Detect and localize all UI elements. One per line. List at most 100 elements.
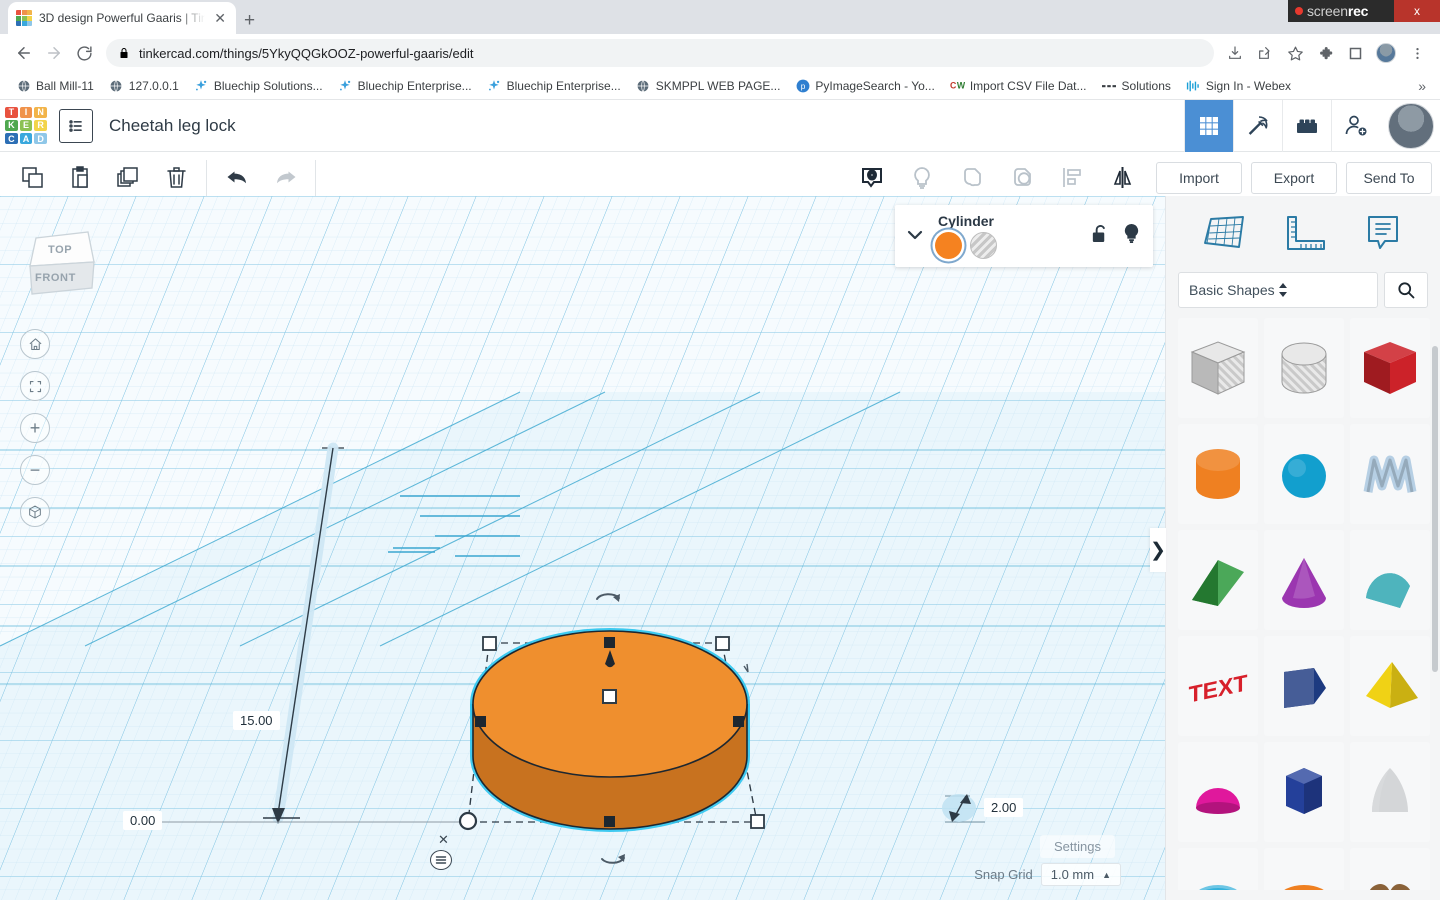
blocks-icon[interactable]: [1282, 99, 1331, 152]
dimension-options-icon[interactable]: [430, 850, 452, 870]
import-button[interactable]: Import: [1156, 161, 1242, 194]
search-icon[interactable]: [1384, 272, 1428, 308]
cw-icon: CW: [950, 78, 965, 93]
note-icon[interactable]: [1361, 213, 1405, 255]
shape-torus[interactable]: [1178, 848, 1258, 890]
category-dropdown[interactable]: Basic Shapes: [1178, 272, 1378, 308]
ungroup-icon[interactable]: [997, 156, 1047, 200]
fit-view-button[interactable]: [20, 371, 50, 401]
screenrec-close-button[interactable]: x: [1394, 0, 1440, 22]
shape-dome[interactable]: [1178, 742, 1258, 842]
shape-wedge[interactable]: [1264, 636, 1344, 736]
solid-color-swatch[interactable]: [935, 232, 962, 259]
shape-text[interactable]: TEXT: [1178, 636, 1258, 736]
shape-cone[interactable]: [1264, 530, 1344, 630]
zoom-out-button[interactable]: −: [20, 455, 50, 485]
extensions-icon[interactable]: [1312, 40, 1338, 66]
forward-button[interactable]: [40, 39, 68, 67]
bookmark-item[interactable]: Bluechip Solutions...: [188, 75, 329, 96]
tab-close-button[interactable]: ✕: [212, 11, 228, 25]
bookmarks-overflow-button[interactable]: »: [1418, 78, 1430, 94]
collapse-inspector-icon[interactable]: [907, 229, 923, 244]
bookmark-item[interactable]: p PyImageSearch - Yo...: [789, 75, 940, 96]
home-view-button[interactable]: [20, 329, 50, 359]
chrome-menu-icon[interactable]: [1404, 40, 1430, 66]
group-icon[interactable]: [947, 156, 997, 200]
view-cube[interactable]: TOP FRONT: [22, 224, 102, 300]
shape-tube[interactable]: [1264, 848, 1344, 890]
remove-dimension-icon[interactable]: ✕: [438, 832, 449, 848]
user-avatar[interactable]: [1388, 102, 1434, 149]
bookmark-star-icon[interactable]: [1282, 40, 1308, 66]
bookmark-item[interactable]: SKMPPL WEB PAGE...: [630, 75, 787, 96]
bookmark-item[interactable]: Sign In - Webex: [1180, 75, 1297, 96]
shape-sphere[interactable]: [1264, 424, 1344, 524]
shapes-grid: TEXT: [1166, 318, 1440, 890]
shape-paraboloid[interactable]: [1350, 742, 1430, 842]
settings-button[interactable]: Settings: [1040, 835, 1115, 858]
duplicate-icon[interactable]: [104, 156, 152, 200]
mirror-icon[interactable]: [1097, 156, 1147, 200]
bookmark-item[interactable]: Ball Mill-11: [10, 75, 100, 96]
download-icon[interactable]: [1222, 40, 1248, 66]
object-name: Cylinder: [937, 213, 994, 229]
lightbulb-icon[interactable]: [897, 156, 947, 200]
hole-swatch[interactable]: [970, 232, 997, 259]
sidebar-icon[interactable]: [1342, 40, 1368, 66]
shape-box[interactable]: [1350, 318, 1430, 418]
object-identity: Cylinder: [935, 213, 997, 259]
new-tab-button[interactable]: +: [244, 11, 255, 30]
shape-cylinder-hole[interactable]: [1264, 318, 1344, 418]
grid-view-icon[interactable]: [1184, 99, 1233, 152]
ruler-icon[interactable]: [1280, 213, 1328, 255]
undo-icon[interactable]: [213, 156, 261, 200]
dimension-height-label[interactable]: 15.00: [233, 711, 280, 730]
object-lightbulb-icon[interactable]: [1122, 223, 1141, 249]
delete-icon[interactable]: [152, 156, 200, 200]
workplane-icon[interactable]: [1201, 213, 1247, 255]
snap-grid-dropdown[interactable]: 1.0 mm ▲: [1040, 863, 1121, 886]
bookmark-item[interactable]: C W Import CSV File Dat...: [944, 75, 1093, 96]
dimension-base-label[interactable]: 0.00: [123, 811, 163, 830]
perspective-toggle-button[interactable]: [20, 497, 50, 527]
reload-button[interactable]: [70, 39, 98, 67]
align-icon[interactable]: [1047, 156, 1097, 200]
redo-icon[interactable]: [261, 156, 309, 200]
zoom-in-button[interactable]: +: [20, 413, 50, 443]
profile-avatar[interactable]: [1376, 43, 1396, 63]
shape-cylinder[interactable]: [1178, 424, 1258, 524]
add-person-icon[interactable]: [1331, 99, 1380, 152]
logo-tile-r: R: [34, 119, 47, 132]
send-to-button[interactable]: Send To: [1346, 161, 1432, 194]
comment-icon[interactable]: [847, 156, 897, 200]
bookmark-item[interactable]: Bluechip Enterprise...: [332, 75, 478, 96]
shape-pyramid[interactable]: [1350, 636, 1430, 736]
back-button[interactable]: [10, 39, 38, 67]
logo-tile-a: A: [19, 133, 33, 145]
shape-heart[interactable]: [1350, 848, 1430, 890]
design-list-button[interactable]: [59, 108, 93, 143]
address-bar[interactable]: tinkercad.com/things/5YkyQQGkOOZ-powerfu…: [106, 39, 1214, 67]
dimension-thickness-label[interactable]: 2.00: [984, 798, 1024, 817]
bookmark-item[interactable]: Solutions: [1096, 75, 1177, 96]
category-value: Basic Shapes: [1189, 282, 1275, 298]
shape-half-cylinder[interactable]: [1350, 530, 1430, 630]
shape-hexagonal-prism[interactable]: [1264, 742, 1344, 842]
shapes-scrollbar[interactable]: [1432, 346, 1438, 672]
collapse-panel-button[interactable]: ❯: [1150, 528, 1166, 572]
bookmark-item[interactable]: 127.0.0.1: [103, 75, 185, 96]
shape-box-hole[interactable]: [1178, 318, 1258, 418]
unlock-icon[interactable]: [1090, 223, 1109, 249]
shape-roof[interactable]: [1178, 530, 1258, 630]
design-workspace[interactable]: 15.00 0.00 2.00 15.00 TOP FRONT + − Cyli…: [0, 196, 1165, 900]
browser-tab[interactable]: 3D design Powerful Gaaris | Tinke ✕: [8, 2, 236, 34]
object-inspector-panel: Cylinder: [895, 205, 1153, 267]
shape-scribble[interactable]: [1350, 424, 1430, 524]
copy-icon[interactable]: [8, 156, 56, 200]
bookmark-item[interactable]: Bluechip Enterprise...: [481, 75, 627, 96]
tinkercad-logo[interactable]: TIN KER CAD: [3, 105, 49, 147]
share-icon[interactable]: [1252, 40, 1278, 66]
paste-icon[interactable]: [56, 156, 104, 200]
export-button[interactable]: Export: [1251, 161, 1337, 194]
pickaxe-icon[interactable]: [1233, 99, 1282, 152]
